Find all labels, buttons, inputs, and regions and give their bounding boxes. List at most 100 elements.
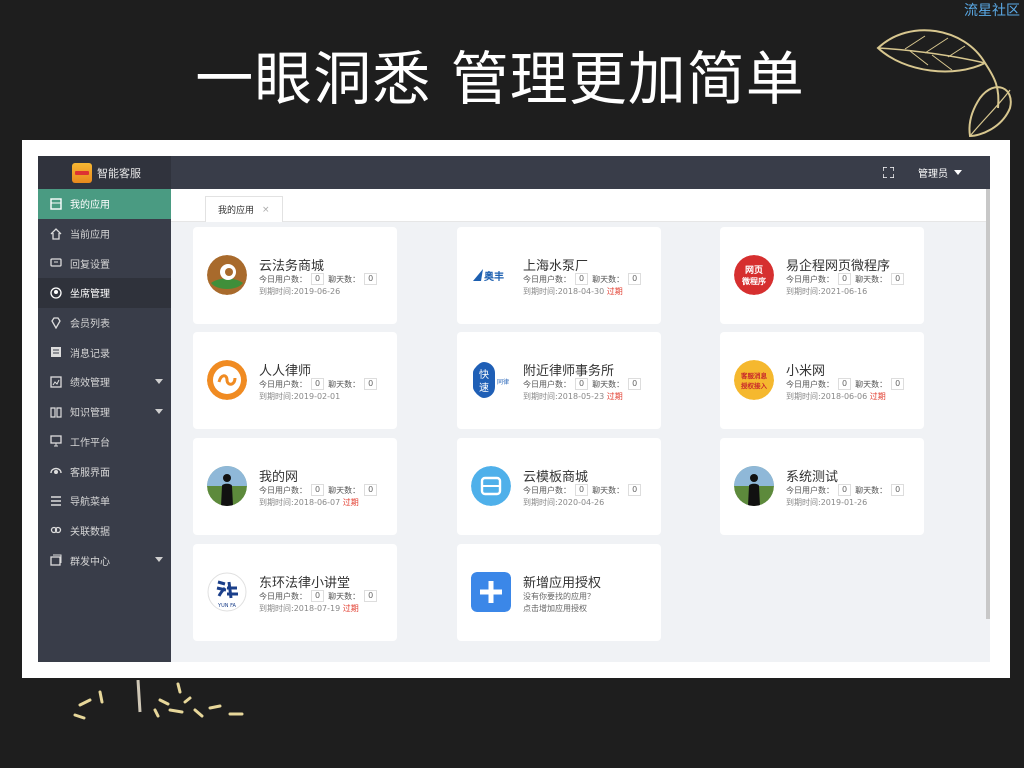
expire-date: 2018-04-30 bbox=[557, 287, 605, 296]
sidebar-item-label: 群发中心 bbox=[70, 556, 110, 568]
svg-text:同律: 同律 bbox=[497, 378, 509, 386]
sidebar-item-3[interactable]: 回复设置 bbox=[38, 248, 171, 278]
chevron-down-icon bbox=[155, 408, 163, 414]
leaf-decoration bbox=[876, 29, 1012, 138]
scrollbar[interactable] bbox=[986, 189, 990, 619]
add-app-title: 新增应用授权 bbox=[523, 576, 602, 591]
today-users-count: 0 bbox=[838, 378, 852, 390]
headset-icon bbox=[50, 465, 62, 477]
app-stats: 今日用户数： 0 聊天数： 0 bbox=[786, 273, 908, 285]
sidebar-item-12[interactable]: 关联数据 bbox=[38, 516, 171, 546]
sidebar-item-label: 工作平台 bbox=[70, 437, 110, 449]
sidebar-item-label: 坐席管理 bbox=[70, 289, 110, 301]
kuaisu-logo-icon: 快速同律 bbox=[471, 360, 511, 400]
expire-line: 到期时间:2019-02-01 bbox=[259, 391, 340, 402]
chat-count: 0 bbox=[628, 484, 642, 496]
sidebar-item-1[interactable]: 我的应用 bbox=[38, 189, 171, 219]
expire-prefix: 到期时间: bbox=[523, 392, 558, 401]
app-card[interactable]: 快速同律 附近律师事务所 今日用户数： 0 聊天数： 0 到期时间:2018-05-23 过… bbox=[457, 332, 661, 429]
today-users-label: 今日用户数： bbox=[259, 274, 307, 284]
svg-text:YUN FA: YUN FA bbox=[217, 603, 236, 609]
app-card[interactable]: 我的网 今日用户数： 0 聊天数： 0 到期时间:2018-06-07 过期 bbox=[193, 438, 397, 535]
expire-date: 2020-04-26 bbox=[557, 498, 605, 507]
sidebar-item-label: 客服界面 bbox=[70, 467, 110, 479]
sidebar-item-label: 知识管理 bbox=[70, 408, 110, 420]
expire-date: 2018-05-23 bbox=[557, 392, 605, 401]
app-stats: 今日用户数： 0 聊天数： 0 bbox=[523, 484, 645, 496]
tab-my-apps[interactable]: 我的应用 × bbox=[205, 196, 283, 222]
expire-date: 2019-02-01 bbox=[293, 392, 341, 401]
today-users-label: 今日用户数： bbox=[259, 485, 307, 495]
sidebar-item-2[interactable]: 当前应用 bbox=[38, 219, 171, 249]
today-users-count: 0 bbox=[575, 273, 589, 285]
sidebar-item-9[interactable]: 工作平台 bbox=[38, 427, 171, 457]
app-stats: 今日用户数： 0 聊天数： 0 bbox=[259, 273, 381, 285]
expired-badge: 过期 bbox=[604, 287, 623, 296]
app-card[interactable]: 客服消息 授权接入 小米网 今日用户数： 0 聊天数： 0 到期时间:2018-06-06 过… bbox=[720, 332, 924, 429]
expired-badge: 过期 bbox=[604, 392, 623, 401]
sidebar: 智能客服 我的应用当前应用 回复设置坐席管理会员列表消息记录绩效管理知识管理工作平… bbox=[38, 156, 171, 662]
today-users-label: 今日用户数： bbox=[786, 485, 834, 495]
svg-text:速: 速 bbox=[479, 382, 489, 394]
today-users-label: 今日用户数： bbox=[259, 591, 307, 601]
sidebar-item-6[interactable]: 消息记录 bbox=[38, 337, 171, 367]
app-card[interactable]: 人人律师 今日用户数： 0 聊天数： 0 到期时间:2019-02-01 bbox=[193, 332, 397, 429]
expire-date: 2019-06-26 bbox=[293, 287, 341, 296]
expire-date: 2018-07-19 bbox=[293, 604, 341, 613]
app-card[interactable]: 云模板商城 今日用户数： 0 聊天数： 0 到期时间:2020-04-26 bbox=[457, 438, 661, 535]
chat-count-label: 聊天数： bbox=[328, 274, 361, 284]
app-stats: 今日用户数： 0 聊天数： 0 bbox=[523, 378, 645, 390]
app-name: 小米网 bbox=[786, 364, 826, 379]
sidebar-item-13[interactable]: 群发中心 bbox=[38, 545, 171, 575]
app-name: 易企程网页微程序 bbox=[786, 259, 891, 274]
app-card[interactable]: 系统测试 今日用户数： 0 聊天数： 0 到期时间:2019-01-26 bbox=[720, 438, 924, 535]
chevron-down-icon bbox=[155, 557, 163, 563]
expire-date: 2018-06-07 bbox=[293, 498, 341, 507]
expire-date: 2021-06-16 bbox=[820, 287, 868, 296]
expire-line: 到期时间:2021-06-16 bbox=[786, 286, 867, 297]
close-icon[interactable]: × bbox=[262, 205, 270, 215]
sidebar-item-8[interactable]: 知识管理 bbox=[38, 397, 171, 427]
brand[interactable]: 智能客服 bbox=[38, 156, 171, 189]
today-users-label: 今日用户数： bbox=[523, 379, 571, 389]
fullscreen-icon[interactable] bbox=[883, 167, 894, 178]
app-stats: 今日用户数： 0 聊天数： 0 bbox=[786, 484, 908, 496]
expire-line: 到期时间:2018-05-23 过期 bbox=[523, 391, 623, 402]
app-card[interactable]: 网页 微程序 易企程网页微程序 今日用户数： 0 聊天数： 0 到期时间:2021-06-16 bbox=[720, 227, 924, 324]
app-name: 系统测试 bbox=[786, 470, 839, 485]
tab-label: 我的应用 bbox=[218, 206, 255, 216]
chat-count-label: 聊天数： bbox=[592, 274, 625, 284]
sidebar-item-4[interactable]: 坐席管理 bbox=[38, 278, 171, 308]
chat-count-label: 聊天数： bbox=[855, 274, 888, 284]
sidebar-item-7[interactable]: 绩效管理 bbox=[38, 367, 171, 397]
today-users-count: 0 bbox=[311, 590, 325, 602]
admin-menu[interactable]: 管理员 bbox=[918, 165, 962, 180]
sidebar-item-label: 消息记录 bbox=[70, 348, 110, 360]
app-card[interactable]: 云法务商城 今日用户数： 0 聊天数： 0 到期时间:2019-06-26 bbox=[193, 227, 397, 324]
expire-prefix: 到期时间: bbox=[786, 287, 821, 296]
screenshot-frame: 智能客服 我的应用当前应用 回复设置坐席管理会员列表消息记录绩效管理知识管理工作平… bbox=[22, 140, 1010, 678]
app-card[interactable]: YUN FA 东环法律小讲堂 今日用户数： 0 聊天数： 0 到期时间:2018-07-19… bbox=[193, 544, 397, 641]
expire-prefix: 到期时间: bbox=[786, 392, 821, 401]
expire-line: 到期时间:2019-06-26 bbox=[259, 286, 340, 297]
sidebar-item-10[interactable]: 客服界面 bbox=[38, 456, 171, 486]
chat-count: 0 bbox=[628, 273, 642, 285]
expire-prefix: 到期时间: bbox=[259, 287, 294, 296]
app-card[interactable]: 奥丰 上海水泵厂 今日用户数： 0 聊天数： 0 到期时间:2018-04-30 过期 bbox=[457, 227, 661, 324]
broadcast-icon bbox=[50, 554, 62, 566]
add-app-card[interactable]: 新增应用授权 没有你要找的应用？ 点击增加应用授权 bbox=[457, 544, 661, 641]
expire-line: 到期时间:2018-04-30 过期 bbox=[523, 286, 623, 297]
sidebar-nav: 我的应用当前应用 回复设置坐席管理会员列表消息记录绩效管理知识管理工作平台客服界面… bbox=[38, 189, 171, 575]
expire-prefix: 到期时间: bbox=[523, 287, 558, 296]
today-users-count: 0 bbox=[838, 273, 852, 285]
app-stats: 今日用户数： 0 聊天数： 0 bbox=[786, 378, 908, 390]
sidebar-item-5[interactable]: 会员列表 bbox=[38, 308, 171, 338]
menu-icon bbox=[50, 495, 62, 507]
link-icon bbox=[50, 524, 62, 536]
sidebar-item-11[interactable]: 导航菜单 bbox=[38, 486, 171, 516]
sidebar-item-label: 我的应用 bbox=[70, 200, 110, 212]
chat-count: 0 bbox=[364, 484, 378, 496]
chat-count-label: 聊天数： bbox=[328, 379, 361, 389]
expire-prefix: 到期时间: bbox=[523, 498, 558, 507]
chevron-down-icon bbox=[954, 170, 962, 175]
